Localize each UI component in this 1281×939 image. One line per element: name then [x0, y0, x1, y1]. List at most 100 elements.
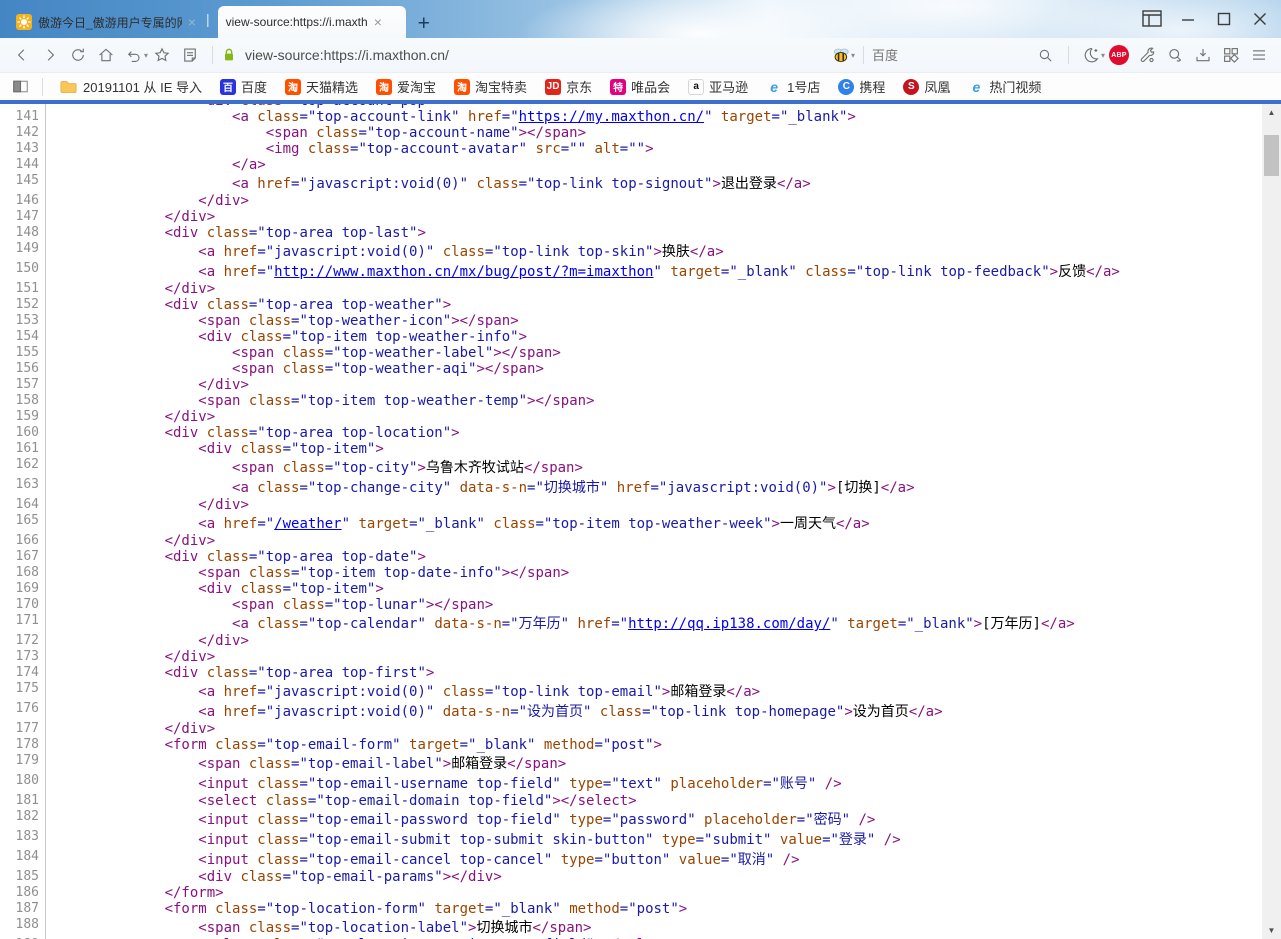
code-text: <span class="top-weather-icon"></span> — [46, 313, 519, 329]
vertical-scrollbar[interactable]: ▲ ▼ — [1262, 104, 1281, 939]
code-text: <input class="top-email-username top-fie… — [46, 773, 842, 793]
code-text: <a class="top-account-link" href="https:… — [46, 109, 856, 125]
bookmark-item[interactable]: 百百度 — [220, 77, 267, 96]
line-number: 169 — [0, 581, 46, 597]
code-text: <div class="top-item"> — [46, 441, 384, 457]
tab-view-source[interactable]: view-source:https://i.maxth × — [218, 6, 406, 38]
source-link[interactable]: /weather — [274, 516, 341, 532]
bookmark-item[interactable]: C携程 — [838, 77, 885, 96]
code-line: 173 </div> — [0, 649, 1262, 665]
bookmark-item[interactable]: a亚马逊 — [688, 77, 748, 96]
bookmark-item[interactable]: e热门视频 — [968, 77, 1041, 96]
code-text: <span class="top-weather-aqi"></span> — [46, 361, 544, 377]
code-text: </div> — [46, 377, 249, 393]
tab-close-icon[interactable]: × — [374, 14, 382, 30]
line-number: 150 — [0, 261, 46, 281]
url-text: view-source:https://i.maxthon.cn/ — [245, 47, 449, 63]
line-number: 185 — [0, 869, 46, 885]
bookmark-item[interactable]: 淘天猫精选 — [285, 77, 358, 96]
code-line: 179 <span class="top-email-label">邮箱登录</… — [0, 753, 1262, 773]
scroll-thumb[interactable] — [1264, 135, 1279, 176]
code-text: </div> — [46, 633, 249, 649]
code-text: <div class="top-area top-weather"> — [46, 297, 451, 313]
source-link[interactable]: http://qq.ip138.com/day/ — [628, 616, 830, 632]
dev-wrench-icon[interactable] — [1133, 42, 1161, 68]
ctrip-icon: C — [838, 79, 854, 95]
bookmark-item[interactable]: S凤凰 — [903, 77, 950, 96]
line-number: 178 — [0, 737, 46, 753]
maximize-icon[interactable] — [1213, 8, 1235, 30]
source-link[interactable]: https://my.maxthon.cn/ — [519, 109, 704, 125]
code-line: 176 <a href="javascript:void(0)" data-s-… — [0, 701, 1262, 721]
bookmark-item[interactable]: JD京东 — [545, 77, 592, 96]
reading-notes-icon[interactable] — [176, 42, 204, 68]
code-text: <a href="javascript:void(0)" class="top-… — [46, 681, 760, 701]
minimize-icon[interactable] — [1177, 8, 1199, 30]
code-text: <form class="top-location-form" target="… — [46, 901, 687, 917]
source-link[interactable]: http://www.maxthon.cn/mx/bug/post/?m=ima… — [274, 264, 653, 280]
tab-maxthon-today[interactable]: 傲游今日_傲游用户专属的网 × — [8, 6, 204, 38]
tab-bar: 傲游今日_傲游用户专属的网 × | view-source:https://i.… — [0, 0, 1281, 38]
search-engine-caret[interactable]: ▾ — [851, 51, 855, 60]
bookmark-item[interactable]: 淘爱淘宝 — [376, 77, 436, 96]
code-text: </div> — [46, 281, 215, 297]
code-line: 157 </div> — [0, 377, 1262, 393]
line-number: 156 — [0, 361, 46, 377]
address-bar[interactable]: view-source:https://i.maxthon.cn/ — [221, 46, 827, 64]
code-line: 168 <span class="top-item top-date-info"… — [0, 565, 1262, 581]
lock-icon[interactable] — [221, 46, 237, 64]
line-number: 145 — [0, 173, 46, 193]
code-line: 178 <form class="top-email-form" target=… — [0, 737, 1262, 753]
downloads-icon[interactable] — [1189, 42, 1217, 68]
favorite-star-icon[interactable] — [148, 42, 176, 68]
code-text: <input class="top-email-cancel top-cance… — [46, 849, 800, 869]
line-number: 183 — [0, 829, 46, 849]
code-line: 161 <div class="top-item"> — [0, 441, 1262, 457]
close-icon[interactable] — [1249, 8, 1271, 30]
sidebar-toggle-icon[interactable] — [6, 74, 34, 100]
code-line: 162 <span class="top-city">乌鲁木齐牧试站</span… — [0, 457, 1262, 477]
line-number: 171 — [0, 613, 46, 633]
code-line: 141 <a class="top-account-link" href="ht… — [0, 109, 1262, 125]
bookmark-item[interactable]: 特唯品会 — [610, 77, 670, 96]
line-number: 167 — [0, 549, 46, 565]
line-number: 164 — [0, 497, 46, 513]
page-find-icon[interactable] — [1161, 42, 1189, 68]
line-number: 173 — [0, 649, 46, 665]
line-number: 161 — [0, 441, 46, 457]
code-text: </div> — [46, 649, 215, 665]
code-text: <span class="top-location-label">切换城市</s… — [46, 917, 592, 937]
forward-icon[interactable] — [36, 42, 64, 68]
line-number: 146 — [0, 193, 46, 209]
home-icon[interactable] — [92, 42, 120, 68]
tab-close-icon[interactable]: × — [188, 14, 196, 30]
bookmarks-divider — [42, 78, 43, 96]
code-text: <a href="javascript:void(0)" class="top-… — [46, 241, 724, 261]
bookmark-item[interactable]: e1号店 — [766, 77, 820, 96]
code-line: 143 <img class="top-account-avatar" src=… — [0, 141, 1262, 157]
panel-view-icon[interactable] — [1141, 8, 1163, 30]
code-line: 149 <a href="javascript:void(0)" class="… — [0, 241, 1262, 261]
line-number: 153 — [0, 313, 46, 329]
scroll-down-arrow[interactable]: ▼ — [1262, 922, 1281, 939]
bookmark-folder[interactable]: 20191101 从 IE 导入 — [60, 77, 202, 96]
adblock-icon[interactable]: ABP — [1105, 42, 1133, 68]
back-icon[interactable] — [8, 42, 36, 68]
line-number: 142 — [0, 125, 46, 141]
search-input[interactable] — [872, 48, 1032, 63]
code-text: </div> — [46, 721, 215, 737]
main-menu-icon[interactable] — [1245, 42, 1273, 68]
reload-icon[interactable] — [64, 42, 92, 68]
code-line: 185 <div class="top-email-params"></div> — [0, 869, 1262, 885]
quick-apps-icon[interactable] — [1217, 42, 1245, 68]
new-tab-button[interactable]: + — [418, 14, 430, 34]
bookmark-item[interactable]: 淘淘宝特卖 — [454, 77, 527, 96]
vip-icon: 特 — [610, 79, 626, 95]
scroll-up-arrow[interactable]: ▲ — [1262, 104, 1281, 121]
line-number: 174 — [0, 665, 46, 681]
line-number: 141 — [0, 109, 46, 125]
code-line: 163 <a class="top-change-city" data-s-n=… — [0, 477, 1262, 497]
toolbar-divider — [212, 46, 213, 64]
search-icon[interactable] — [1032, 42, 1060, 68]
code-line: 169 <div class="top-item"> — [0, 581, 1262, 597]
